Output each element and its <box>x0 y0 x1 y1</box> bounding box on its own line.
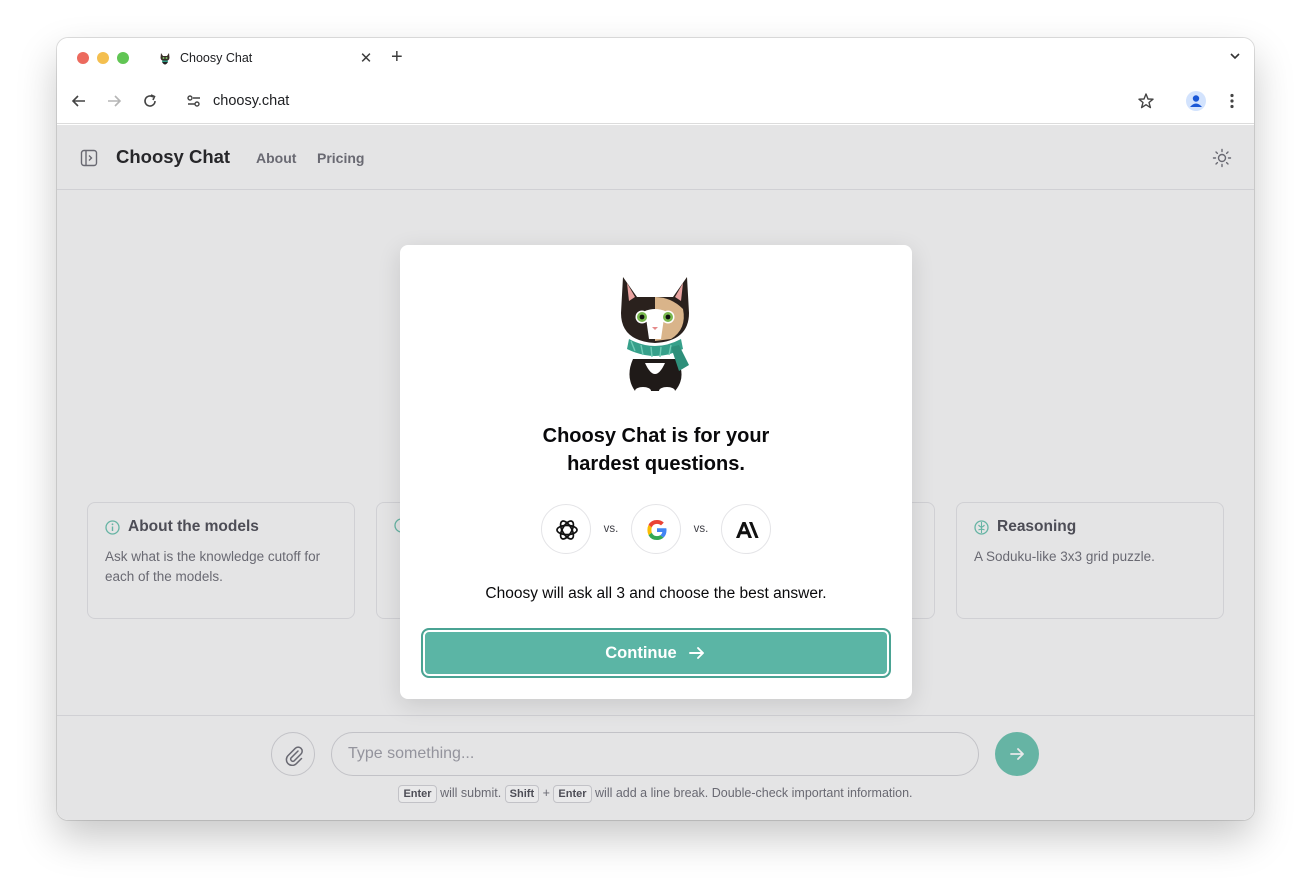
maximize-window-button[interactable] <box>117 52 129 64</box>
bookmark-star-icon[interactable] <box>1137 92 1155 110</box>
continue-button[interactable]: Continue <box>421 628 891 678</box>
site-settings-icon[interactable] <box>185 92 203 110</box>
minimize-window-button[interactable] <box>97 52 109 64</box>
browser-toolbar: choosy.chat <box>57 78 1254 124</box>
google-logo <box>631 504 681 554</box>
tab-close-icon[interactable]: ✕ <box>357 49 375 67</box>
arrow-right-icon <box>688 647 704 659</box>
more-vertical-icon[interactable] <box>1223 92 1241 110</box>
new-tab-button[interactable]: + <box>391 46 403 68</box>
continue-label: Continue <box>605 643 677 662</box>
headline-line-2: hardest questions. <box>567 453 745 475</box>
tab-title: Choosy Chat <box>180 51 253 65</box>
profile-avatar-icon[interactable] <box>1185 90 1207 112</box>
browser-tab[interactable]: Choosy Chat ✕ <box>145 44 385 74</box>
page-content: Choosy Chat About Pricing About the mode… <box>57 125 1254 820</box>
openai-icon <box>556 520 578 540</box>
back-arrow-icon[interactable] <box>70 92 88 110</box>
provider-row: vs. vs. <box>541 504 771 554</box>
tab-strip: Choosy Chat ✕ + <box>57 38 1254 78</box>
chevron-down-icon[interactable] <box>1228 49 1242 63</box>
vs-label: vs. <box>603 523 619 535</box>
welcome-dialog: Choosy Chat is for your hardest question… <box>400 245 912 699</box>
cat-favicon-icon <box>160 53 170 65</box>
dialog-headline: Choosy Chat is for your hardest question… <box>400 422 912 478</box>
close-window-button[interactable] <box>77 52 89 64</box>
address-bar[interactable]: choosy.chat <box>213 93 289 109</box>
headline-line-1: Choosy Chat is for your <box>542 425 770 447</box>
google-icon <box>647 520 667 540</box>
browser-window: Choosy Chat ✕ + choosy.chat Choosy Chat … <box>57 38 1254 820</box>
reload-icon[interactable] <box>141 92 159 110</box>
forward-arrow-icon[interactable] <box>105 92 123 110</box>
vs-label: vs. <box>693 523 709 535</box>
openai-logo <box>541 504 591 554</box>
anthropic-icon <box>736 522 759 538</box>
anthropic-logo <box>721 504 771 554</box>
cat-mascot-icon <box>621 277 689 395</box>
dialog-subtitle: Choosy will ask all 3 and choose the bes… <box>485 585 827 602</box>
